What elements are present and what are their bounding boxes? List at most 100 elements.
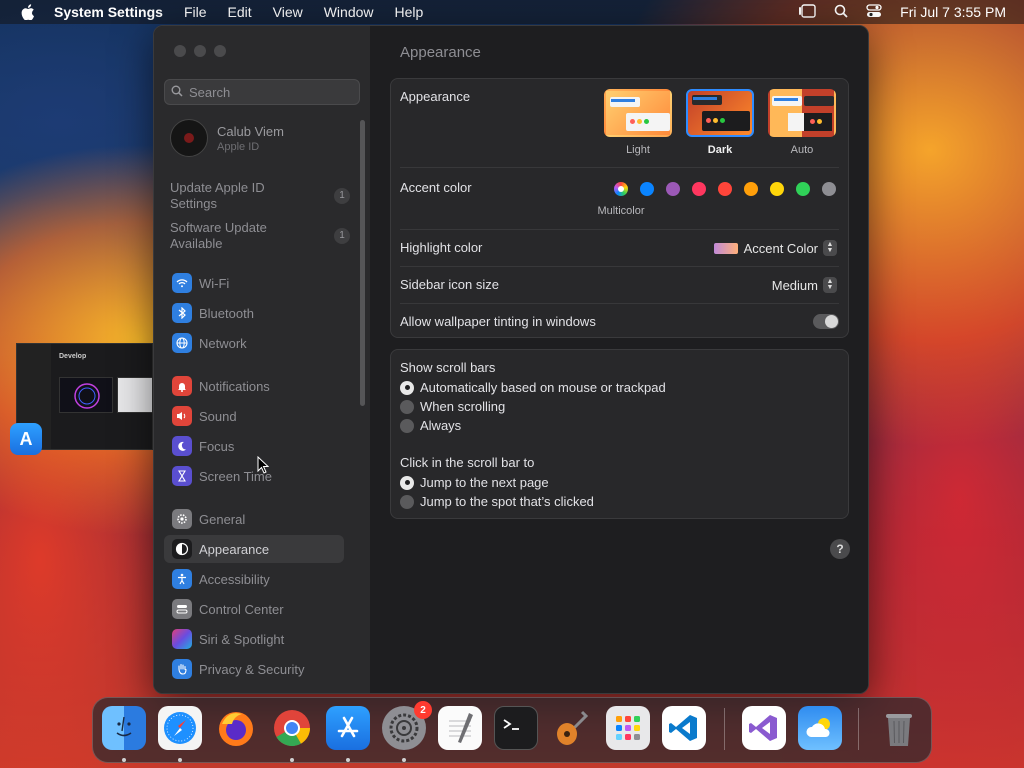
radio-button[interactable] [400, 418, 414, 433]
scroll-when-scrolling-option[interactable]: When scrolling [400, 399, 505, 414]
sidebar-item-sound[interactable]: Sound [164, 402, 344, 430]
finder-icon[interactable] [102, 706, 146, 750]
textedit-icon[interactable] [438, 706, 482, 750]
content-pane: Appearance Appearance Light Dark Auto Ac… [370, 26, 868, 693]
zoom-button[interactable] [214, 45, 226, 57]
radio-button[interactable] [400, 380, 414, 395]
scroll-always-option[interactable]: Always [400, 418, 461, 433]
help-button[interactable]: ? [830, 539, 850, 559]
theme-light-option[interactable]: Light [603, 89, 673, 156]
sidebar-item-focus[interactable]: Focus [164, 432, 344, 460]
visual-studio-icon[interactable] [742, 706, 786, 750]
radio-label: Always [420, 418, 462, 433]
jump-to-spot-option[interactable]: Jump to the spot that’s clicked [400, 494, 594, 509]
garageband-icon[interactable] [550, 706, 594, 750]
window-controls [174, 45, 226, 57]
accent-color-label: Accent color [400, 180, 472, 195]
accent-multicolor-swatch[interactable] [614, 182, 628, 196]
sidebar-item-label: Network [199, 335, 247, 351]
gear-icon [172, 509, 192, 529]
sidebar-icon-size-select[interactable]: Medium ▲ ▼ [772, 277, 837, 293]
weather-icon[interactable] [798, 706, 842, 750]
radio-button[interactable] [400, 399, 414, 414]
preview-title: Develop [59, 353, 87, 360]
avatar [170, 119, 208, 157]
close-button[interactable] [174, 45, 186, 57]
sidebar-item-privacy-security[interactable]: Privacy & Security [164, 655, 344, 683]
sidebar: Calub Viem Apple ID Update Apple ID Sett… [154, 26, 370, 693]
app-store-icon[interactable]: A [10, 423, 42, 455]
terminal-icon[interactable] [494, 706, 538, 750]
theme-auto-option[interactable]: Auto [767, 89, 837, 156]
theme-light-label: Light [626, 144, 650, 156]
apple-menu-icon[interactable] [18, 4, 38, 20]
minimize-button[interactable] [194, 45, 206, 57]
visual-studio-code-icon[interactable] [662, 706, 706, 750]
sidebar-item-network[interactable]: Network [164, 329, 344, 357]
accent-purple-swatch[interactable] [666, 182, 680, 196]
safari-icon[interactable] [158, 706, 202, 750]
spotlight-search-icon[interactable] [834, 4, 848, 21]
stage-manager-icon[interactable] [798, 3, 816, 21]
radio-button[interactable] [400, 494, 414, 509]
sidebar-scrollbar[interactable] [360, 120, 365, 406]
sidebar-item-label: Accessibility [199, 571, 270, 587]
sidebar-item-screen-time[interactable]: Screen Time [164, 462, 344, 490]
menu-view[interactable]: View [273, 4, 303, 20]
search-icon [171, 85, 183, 100]
trash-icon[interactable] [877, 706, 921, 750]
sidebar-item-label: Privacy & Security [199, 661, 305, 677]
sidebar-item-control-center[interactable]: Control Center [164, 595, 344, 623]
control-center-icon[interactable] [866, 3, 882, 21]
jump-next-page-option[interactable]: Jump to the next page [400, 475, 549, 490]
search-field[interactable] [164, 79, 360, 105]
wallpaper-tinting-toggle[interactable] [813, 314, 839, 329]
accent-graphite-swatch[interactable] [822, 182, 836, 196]
preview-card [59, 377, 113, 413]
firefox-icon[interactable] [214, 706, 258, 750]
sidebar-item-siri-spotlight[interactable]: Siri & Spotlight [164, 625, 344, 653]
theme-auto-thumbnail [768, 89, 836, 137]
siri-icon [172, 629, 192, 649]
sidebar-item-wifi[interactable]: Wi-Fi [164, 269, 344, 297]
radio-button[interactable] [400, 475, 414, 490]
accent-red-swatch[interactable] [718, 182, 732, 196]
running-indicator [290, 758, 294, 762]
menu-file[interactable]: File [184, 4, 207, 20]
bluetooth-icon [172, 303, 192, 323]
update-badge: 1 [334, 188, 350, 204]
search-input[interactable] [189, 84, 349, 100]
sidebar-item-appearance[interactable]: Appearance [164, 535, 344, 563]
accent-yellow-swatch[interactable] [770, 182, 784, 196]
sidebar-item-notifications[interactable]: Notifications [164, 372, 344, 400]
theme-dark-option[interactable]: Dark [685, 89, 755, 156]
menu-help[interactable]: Help [395, 4, 424, 20]
app-store-icon[interactable] [326, 706, 370, 750]
accessibility-icon [172, 569, 192, 589]
sidebar-item-accessibility[interactable]: Accessibility [164, 565, 344, 593]
sidebar-item-label: Appearance [199, 541, 270, 557]
accent-pink-swatch[interactable] [692, 182, 706, 196]
system-settings-icon[interactable]: 2 [382, 701, 432, 750]
menu-window[interactable]: Window [324, 4, 374, 20]
dock: 2 [92, 697, 932, 763]
accent-green-swatch[interactable] [796, 182, 810, 196]
accent-orange-swatch[interactable] [744, 182, 758, 196]
chevron-up-down-icon: ▲ ▼ [823, 240, 837, 256]
chrome-icon[interactable] [270, 706, 314, 750]
user-name: Calub Viem [217, 123, 284, 139]
launchpad-icon[interactable] [606, 706, 650, 750]
software-update-item[interactable]: Software Update Available 1 [170, 220, 350, 252]
highlight-color-select[interactable]: Accent Color ▲ ▼ [713, 240, 837, 256]
sidebar-item-bluetooth[interactable]: Bluetooth [164, 299, 344, 327]
menu-edit[interactable]: Edit [228, 4, 252, 20]
update-apple-id-item[interactable]: Update Apple ID Settings 1 [170, 180, 350, 212]
menu-clock[interactable]: Fri Jul 7 3:55 PM [900, 4, 1006, 20]
accent-blue-swatch[interactable] [640, 182, 654, 196]
scroll-auto-option[interactable]: Automatically based on mouse or trackpad [400, 380, 666, 395]
sidebar-item-general[interactable]: General [164, 505, 344, 533]
apple-id-item[interactable]: Calub Viem Apple ID [170, 119, 284, 157]
menu-app-name[interactable]: System Settings [54, 4, 163, 20]
running-indicator [178, 758, 182, 762]
show-scroll-bars-label: Show scroll bars [400, 360, 496, 375]
